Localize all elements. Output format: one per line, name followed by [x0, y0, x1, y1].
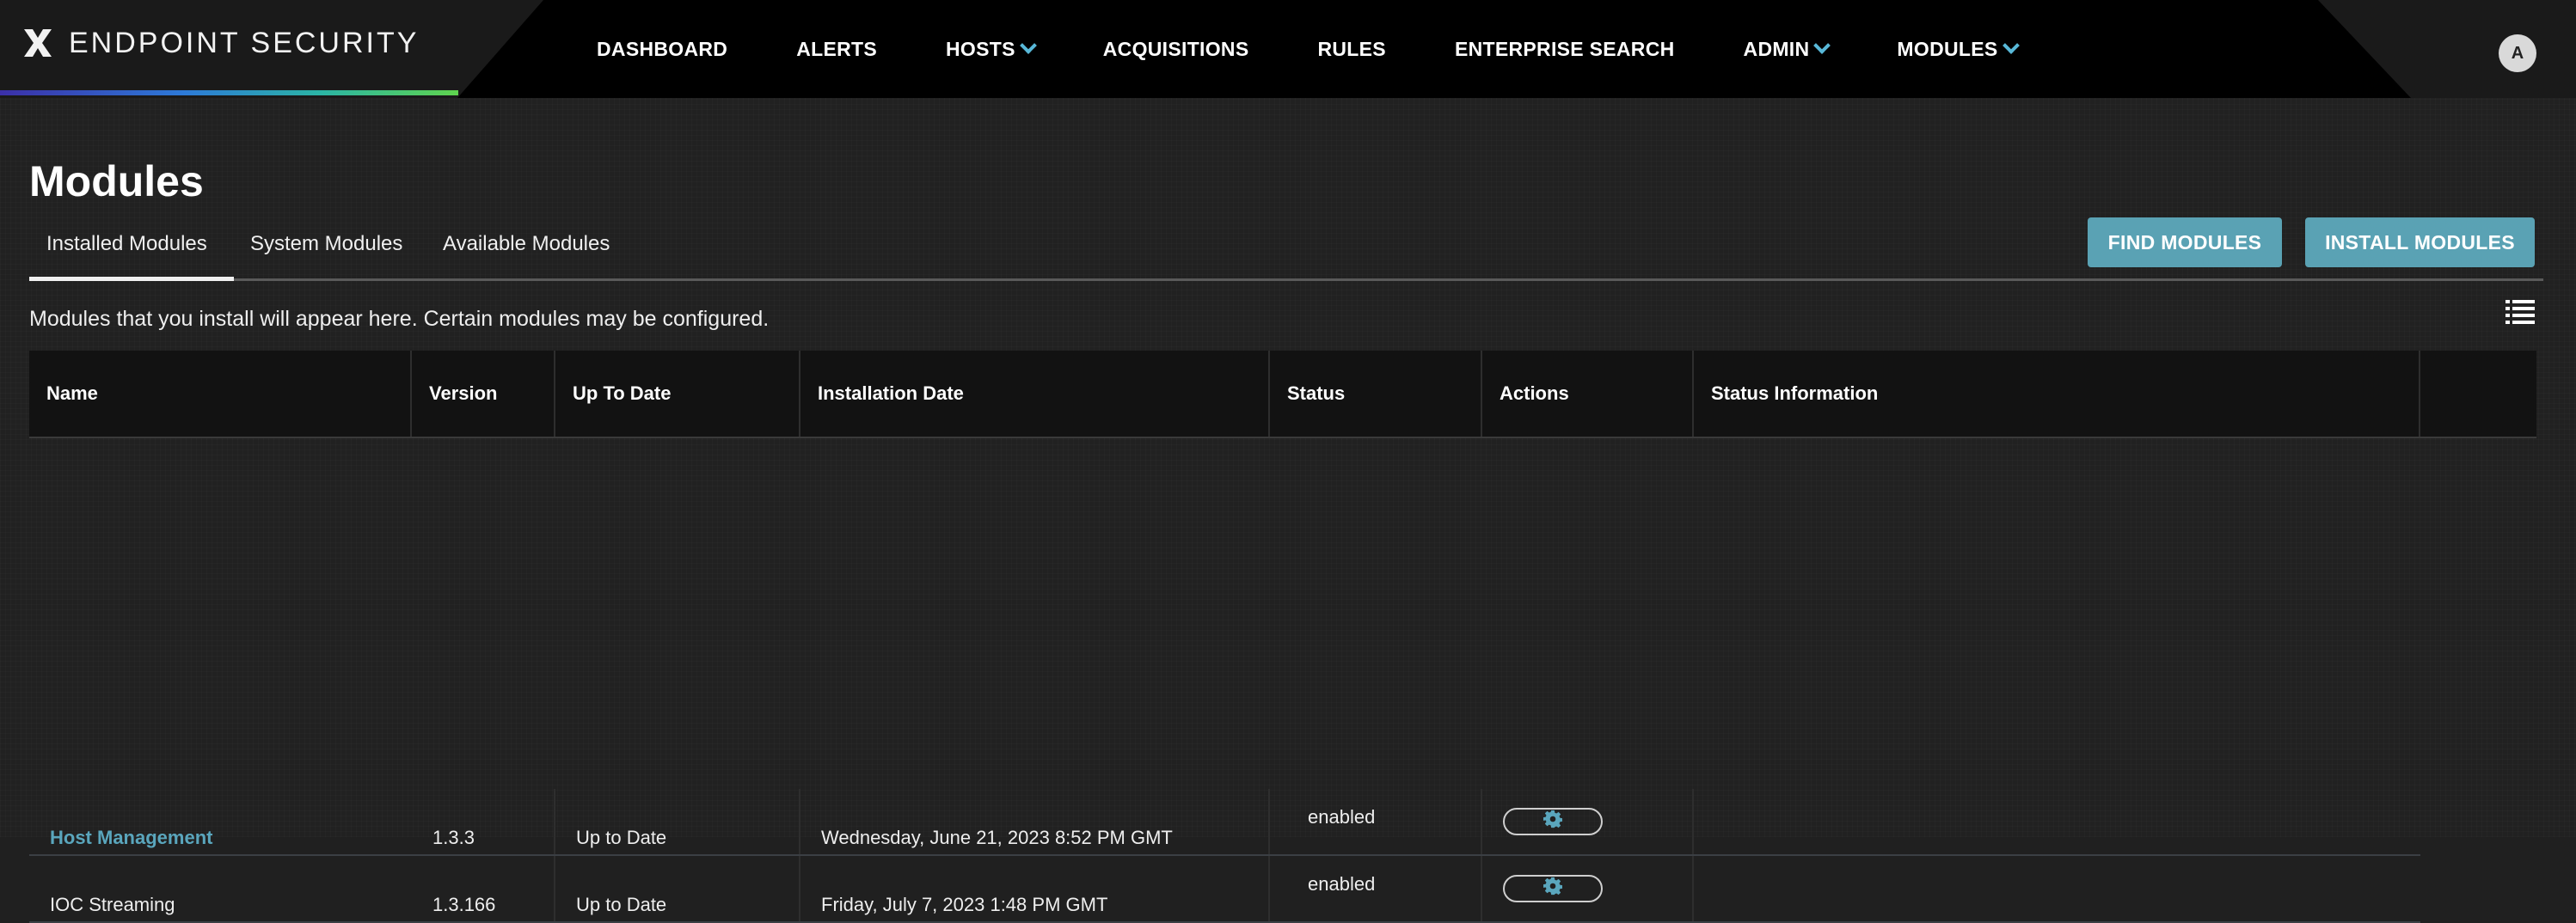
- module-version: 1.3.3: [432, 827, 475, 848]
- chevron-down-icon: [1813, 37, 1831, 54]
- cell-status: enabled: [1270, 856, 1482, 921]
- cell-installation-date: Wednesday, June 21, 2023 8:52 PM GMT: [800, 789, 1270, 854]
- column-header-name[interactable]: Name: [29, 351, 412, 437]
- nav-modules-label: MODULES: [1897, 37, 1998, 60]
- module-up-to-date: Up to Date: [576, 827, 667, 848]
- module-version: 1.3.166: [432, 894, 496, 915]
- column-header-actions[interactable]: Actions: [1482, 351, 1694, 437]
- page-title: Modules: [29, 157, 204, 205]
- cell-up-to-date: Up to Date: [555, 789, 800, 854]
- module-installation-date: Friday, July 7, 2023 1:48 PM GMT: [821, 894, 1108, 915]
- nav-hosts[interactable]: HOSTS: [946, 37, 1037, 61]
- column-header-version[interactable]: Version: [412, 351, 555, 437]
- column-header-status-information[interactable]: Status Information: [1694, 351, 2420, 437]
- cell-actions: [1482, 856, 1694, 921]
- list-view-icon[interactable]: [2505, 299, 2535, 325]
- nav-enterprise-search[interactable]: ENTERPRISE SEARCH: [1455, 38, 1675, 61]
- app-logo[interactable]: ENDPOINT SECURITY: [21, 26, 419, 60]
- nav-acquisitions-label: ACQUISITIONS: [1102, 37, 1249, 60]
- cell-status: enabled: [1270, 789, 1482, 854]
- module-installation-date: Wednesday, June 21, 2023 8:52 PM GMT: [821, 827, 1173, 848]
- chevron-down-icon: [2002, 37, 2020, 54]
- nav-modules[interactable]: MODULES: [1897, 37, 2020, 61]
- cell-status-information: [1694, 856, 2420, 921]
- nav-enterprise-search-label: ENTERPRISE SEARCH: [1454, 37, 1675, 60]
- page-description: Modules that you install will appear her…: [29, 307, 770, 331]
- cell-installation-date: Friday, July 7, 2023 1:48 PM GMT: [800, 856, 1270, 921]
- app-title: ENDPOINT SECURITY: [69, 26, 420, 59]
- install-modules-button[interactable]: INSTALL MODULES: [2305, 217, 2535, 267]
- module-status: enabled: [1308, 806, 1376, 828]
- table-row: Host Management 1.3.3 Up to Date Wednesd…: [29, 789, 2420, 856]
- tabs-divider: [29, 278, 2543, 281]
- tab-available-modules[interactable]: Available Modules: [443, 232, 610, 256]
- column-header-up-to-date[interactable]: Up To Date: [555, 351, 800, 437]
- cell-up-to-date: Up to Date: [555, 856, 800, 921]
- module-name-link[interactable]: Host Management: [50, 827, 212, 849]
- brand-gradient-line: [0, 90, 458, 95]
- nav-dashboard-label: DASHBOARD: [597, 37, 728, 60]
- column-header-installation-date[interactable]: Installation Date: [800, 351, 1270, 437]
- nav-acquisitions[interactable]: ACQUISITIONS: [1103, 38, 1249, 61]
- nav-admin-label: ADMIN: [1743, 37, 1810, 60]
- avatar[interactable]: A: [2499, 34, 2536, 72]
- cell-name: Host Management: [29, 789, 412, 854]
- active-tab-indicator: [29, 277, 234, 281]
- cell-name: IOC Streaming: [29, 856, 412, 921]
- nav-dashboard[interactable]: DASHBOARD: [597, 38, 727, 61]
- cell-version: 1.3.3: [412, 789, 555, 854]
- table-header: Name Version Up To Date Installation Dat…: [29, 351, 2536, 438]
- configure-module-button[interactable]: [1503, 808, 1603, 835]
- main-nav: DASHBOARD ALERTS HOSTS ACQUISITIONS RULE…: [597, 0, 2086, 98]
- cell-version: 1.3.166: [412, 856, 555, 921]
- x-logo-icon: [21, 26, 55, 60]
- column-header-blank: [2420, 351, 2536, 437]
- tab-installed-modules[interactable]: Installed Modules: [46, 232, 207, 256]
- module-name: IOC Streaming: [50, 894, 175, 915]
- find-modules-button[interactable]: FIND MODULES: [2088, 217, 2282, 267]
- user-panel: [2318, 0, 2576, 98]
- nav-alerts[interactable]: ALERTS: [796, 38, 877, 61]
- cell-actions: [1482, 789, 1694, 854]
- nav-hosts-label: HOSTS: [946, 37, 1015, 60]
- gear-icon: [1543, 877, 1562, 901]
- tab-system-modules[interactable]: System Modules: [250, 232, 402, 256]
- cell-status-information: [1694, 789, 2420, 854]
- column-header-status[interactable]: Status: [1270, 351, 1482, 437]
- table-row: IOC Streaming 1.3.166 Up to Date Friday,…: [29, 856, 2420, 923]
- gear-icon: [1543, 810, 1562, 834]
- module-status: enabled: [1308, 873, 1376, 895]
- nav-rules[interactable]: RULES: [1317, 38, 1385, 61]
- module-up-to-date: Up to Date: [576, 894, 667, 915]
- nav-alerts-label: ALERTS: [796, 37, 878, 60]
- chevron-down-icon: [1019, 37, 1037, 54]
- nav-rules-label: RULES: [1317, 37, 1386, 60]
- nav-admin[interactable]: ADMIN: [1743, 37, 1831, 61]
- configure-module-button[interactable]: [1503, 875, 1603, 902]
- top-navigation-bar: ENDPOINT SECURITY DASHBOARD ALERTS HOSTS…: [0, 0, 2576, 98]
